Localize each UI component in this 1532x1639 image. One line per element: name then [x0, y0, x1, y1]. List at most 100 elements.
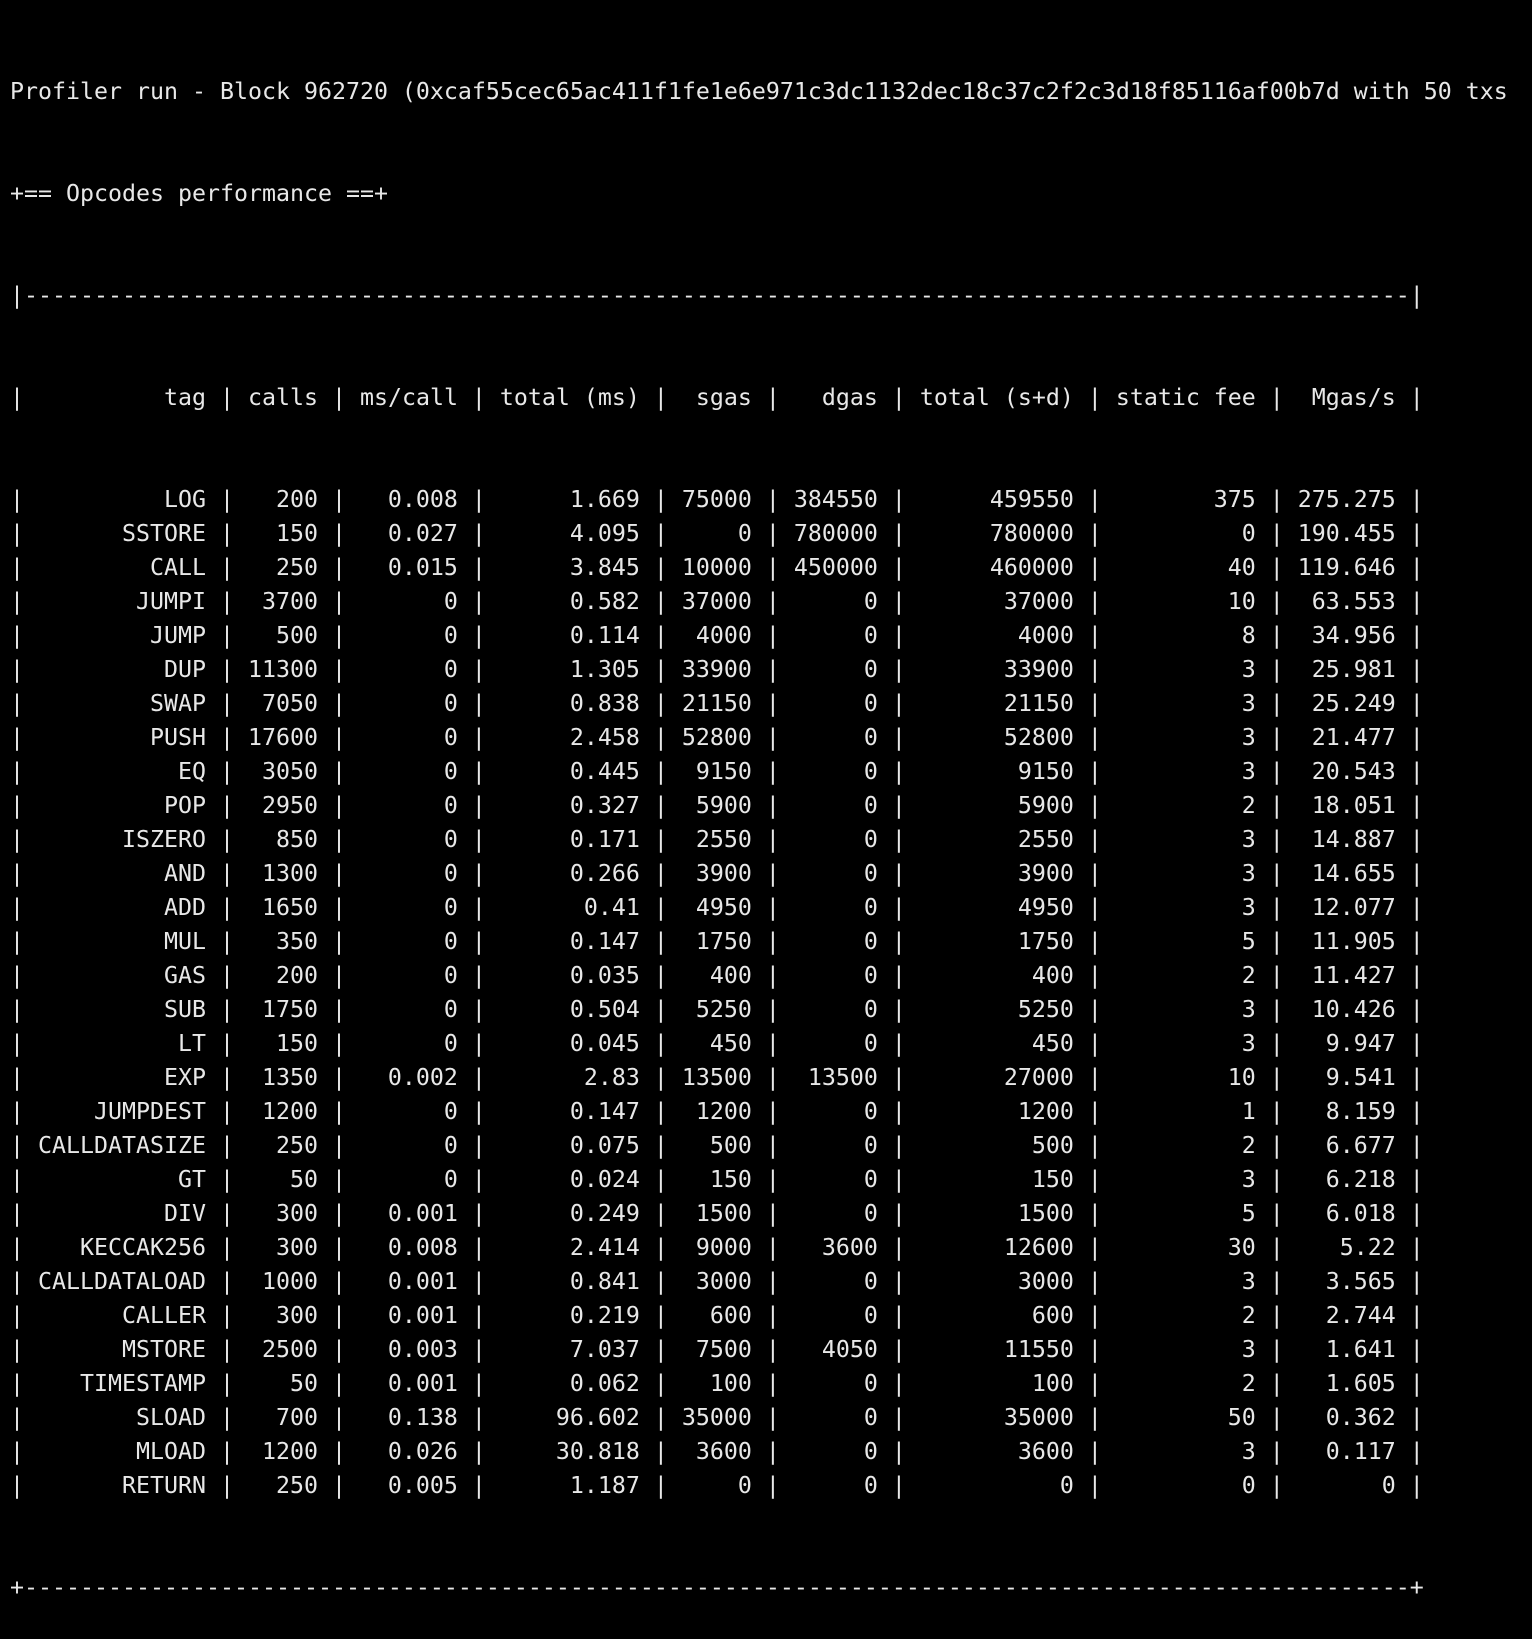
opcode-tag-cell: JUMPI	[135, 588, 206, 615]
column-separator: |	[317, 724, 360, 751]
column-separator: |	[10, 1166, 38, 1193]
column-separator: |	[1073, 724, 1116, 751]
column-separator: |	[205, 1336, 248, 1363]
column-separator: |	[1255, 860, 1298, 887]
column-separator: |	[317, 1370, 360, 1397]
column-separator: |	[1073, 1404, 1116, 1431]
table-cell: 0	[443, 1132, 458, 1159]
table-cell: 3700	[261, 588, 318, 615]
table-cell: 0	[443, 758, 458, 785]
table-cell: 0	[443, 928, 458, 955]
column-separator: |	[317, 1030, 360, 1057]
column-separator: |	[1395, 1132, 1424, 1159]
opcode-tag-cell: SUB	[163, 996, 206, 1023]
column-separator: |	[639, 520, 682, 547]
table-cell: 2550	[1017, 826, 1074, 853]
column-separator: |	[639, 1404, 682, 1431]
column-separator: |	[1395, 384, 1424, 411]
column-separator: |	[751, 588, 794, 615]
column-separator: |	[1255, 1132, 1298, 1159]
table-cell: 0	[863, 1370, 878, 1397]
table-cell: 4950	[1017, 894, 1074, 921]
table-cell: 0.147	[569, 928, 640, 955]
column-separator: |	[1255, 962, 1298, 989]
column-separator: |	[10, 962, 38, 989]
table-cell: 6.018	[1325, 1200, 1396, 1227]
table-cell: 0	[863, 1166, 878, 1193]
table-cell: 52800	[1003, 724, 1074, 751]
table-cell: 700	[275, 1404, 318, 1431]
table-cell: 50	[1227, 1404, 1256, 1431]
column-separator: |	[10, 1302, 38, 1329]
table-cell: 0	[863, 1200, 878, 1227]
column-separator: |	[751, 1370, 794, 1397]
column-separator: |	[317, 622, 360, 649]
column-separator: |	[10, 996, 38, 1023]
opcode-tag-cell: MLOAD	[135, 1438, 206, 1465]
column-separator: |	[205, 962, 248, 989]
table-cell: 18.051	[1311, 792, 1396, 819]
table-cell: 0	[863, 622, 878, 649]
table-row: | JUMP | 500 | 0 | 0.114 | 4000 | 0 | 40…	[10, 619, 1508, 653]
table-cell: 1650	[261, 894, 318, 921]
table-cell: 11550	[1003, 1336, 1074, 1363]
table-cell: 4.095	[569, 520, 640, 547]
column-separator: |	[457, 1064, 500, 1091]
column-separator: |	[457, 724, 500, 751]
column-separator: |	[1255, 622, 1298, 649]
table-cell: 3	[1241, 690, 1256, 717]
table-cell: 1200	[261, 1098, 318, 1125]
column-separator: |	[457, 860, 500, 887]
table-cell: 9.541	[1325, 1064, 1396, 1091]
column-separator: |	[205, 1370, 248, 1397]
column-separator: |	[1395, 1200, 1424, 1227]
column-separator: |	[317, 690, 360, 717]
table-cell: 5.22	[1339, 1234, 1396, 1261]
column-separator: |	[1395, 826, 1424, 853]
column-separator: |	[639, 1472, 682, 1499]
table-cell: 50	[289, 1370, 318, 1397]
table-cell: 5250	[695, 996, 752, 1023]
column-separator: |	[457, 1370, 500, 1397]
column-separator: |	[1073, 1166, 1116, 1193]
column-separator: |	[1073, 894, 1116, 921]
column-separator: |	[457, 690, 500, 717]
table-top-border: |---------------------------------------…	[10, 282, 1424, 309]
table-cell: 11.427	[1311, 962, 1396, 989]
opcode-tag-cell: MSTORE	[121, 1336, 206, 1363]
table-cell: 0	[863, 588, 878, 615]
table-cell: 1750	[1017, 928, 1074, 955]
column-header: tag	[163, 384, 206, 411]
column-separator: |	[877, 1302, 920, 1329]
column-separator: |	[877, 690, 920, 717]
table-body: | LOG | 200 | 0.008 | 1.669 | 75000 | 38…	[10, 483, 1508, 1503]
column-separator: |	[317, 1438, 360, 1465]
column-separator: |	[751, 1132, 794, 1159]
table-row: | EQ | 3050 | 0 | 0.445 | 9150 | 0 | 915…	[10, 755, 1508, 789]
column-separator: |	[1395, 792, 1424, 819]
column-separator: |	[751, 826, 794, 853]
column-separator: |	[457, 1132, 500, 1159]
table-cell: 2550	[695, 826, 752, 853]
column-separator: |	[1395, 554, 1424, 581]
column-separator: |	[205, 1302, 248, 1329]
table-cell: 2.744	[1325, 1302, 1396, 1329]
opcode-tag-cell: LOG	[163, 486, 206, 513]
column-separator: |	[639, 690, 682, 717]
column-separator: |	[751, 384, 794, 411]
column-separator: |	[10, 1336, 38, 1363]
table-cell: 3600	[1017, 1438, 1074, 1465]
column-separator: |	[639, 1302, 682, 1329]
column-separator: |	[317, 554, 360, 581]
table-cell: 0.327	[569, 792, 640, 819]
table-cell: 21150	[681, 690, 752, 717]
table-cell: 0.001	[387, 1302, 458, 1329]
table-cell: 5	[1241, 1200, 1256, 1227]
column-separator: |	[1073, 1234, 1116, 1261]
column-separator: |	[1255, 1302, 1298, 1329]
table-row: | MUL | 350 | 0 | 0.147 | 1750 | 0 | 175…	[10, 925, 1508, 959]
column-separator: |	[317, 1132, 360, 1159]
table-cell: 0	[863, 1030, 878, 1057]
table-row: | CALLDATASIZE | 250 | 0 | 0.075 | 500 |…	[10, 1129, 1508, 1163]
column-separator: |	[751, 860, 794, 887]
